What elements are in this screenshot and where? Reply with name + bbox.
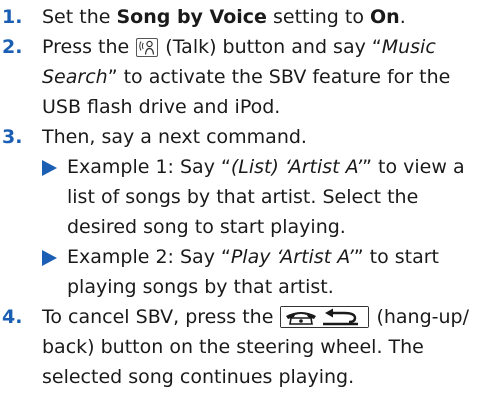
setting-value: On bbox=[370, 6, 400, 28]
step-text: setting to bbox=[266, 6, 370, 28]
voice-command: (List) ‘Artist A’ bbox=[230, 156, 363, 178]
step-1: 1. Set the Song by Voice setting to On. bbox=[0, 2, 480, 32]
triangle-bullet-icon bbox=[42, 250, 57, 266]
step-4: 4. To cancel SBV, press the (hang-up/ ba… bbox=[0, 302, 480, 392]
talk-button-icon bbox=[136, 38, 159, 57]
example-text: Example 2: Say “ bbox=[67, 246, 231, 268]
step-text: Set the bbox=[42, 6, 117, 28]
step-number: 4. bbox=[2, 306, 23, 328]
setting-name: Song by Voice bbox=[116, 6, 267, 28]
instruction-page: 1. Set the Song by Voice setting to On. … bbox=[0, 0, 480, 398]
step-text: Press the bbox=[42, 36, 136, 58]
example-1: Example 1: Say “(List) ‘Artist A’” to vi… bbox=[42, 152, 480, 242]
step-3: 3. Then, say a next command. Example 1: … bbox=[0, 122, 480, 302]
example-2: Example 2: Say “Play ‘Artist A’” to star… bbox=[42, 242, 480, 302]
step-text: . bbox=[399, 6, 406, 28]
triangle-bullet-icon bbox=[42, 160, 57, 176]
step-number: 3. bbox=[2, 126, 23, 148]
hang-up-back-button-icon bbox=[280, 306, 370, 328]
step-text: To cancel SBV, press the bbox=[42, 306, 280, 328]
step-text: (Talk) button and say “ bbox=[159, 36, 382, 58]
step-number: 1. bbox=[2, 6, 23, 28]
step-number: 2. bbox=[2, 36, 23, 58]
voice-command: Play ‘Artist A’ bbox=[230, 246, 354, 268]
example-text: Example 1: Say “ bbox=[67, 156, 231, 178]
step-2: 2. Press the (Talk) button and say “Musi… bbox=[0, 32, 480, 122]
step-text: Then, say a next command. bbox=[42, 126, 307, 148]
